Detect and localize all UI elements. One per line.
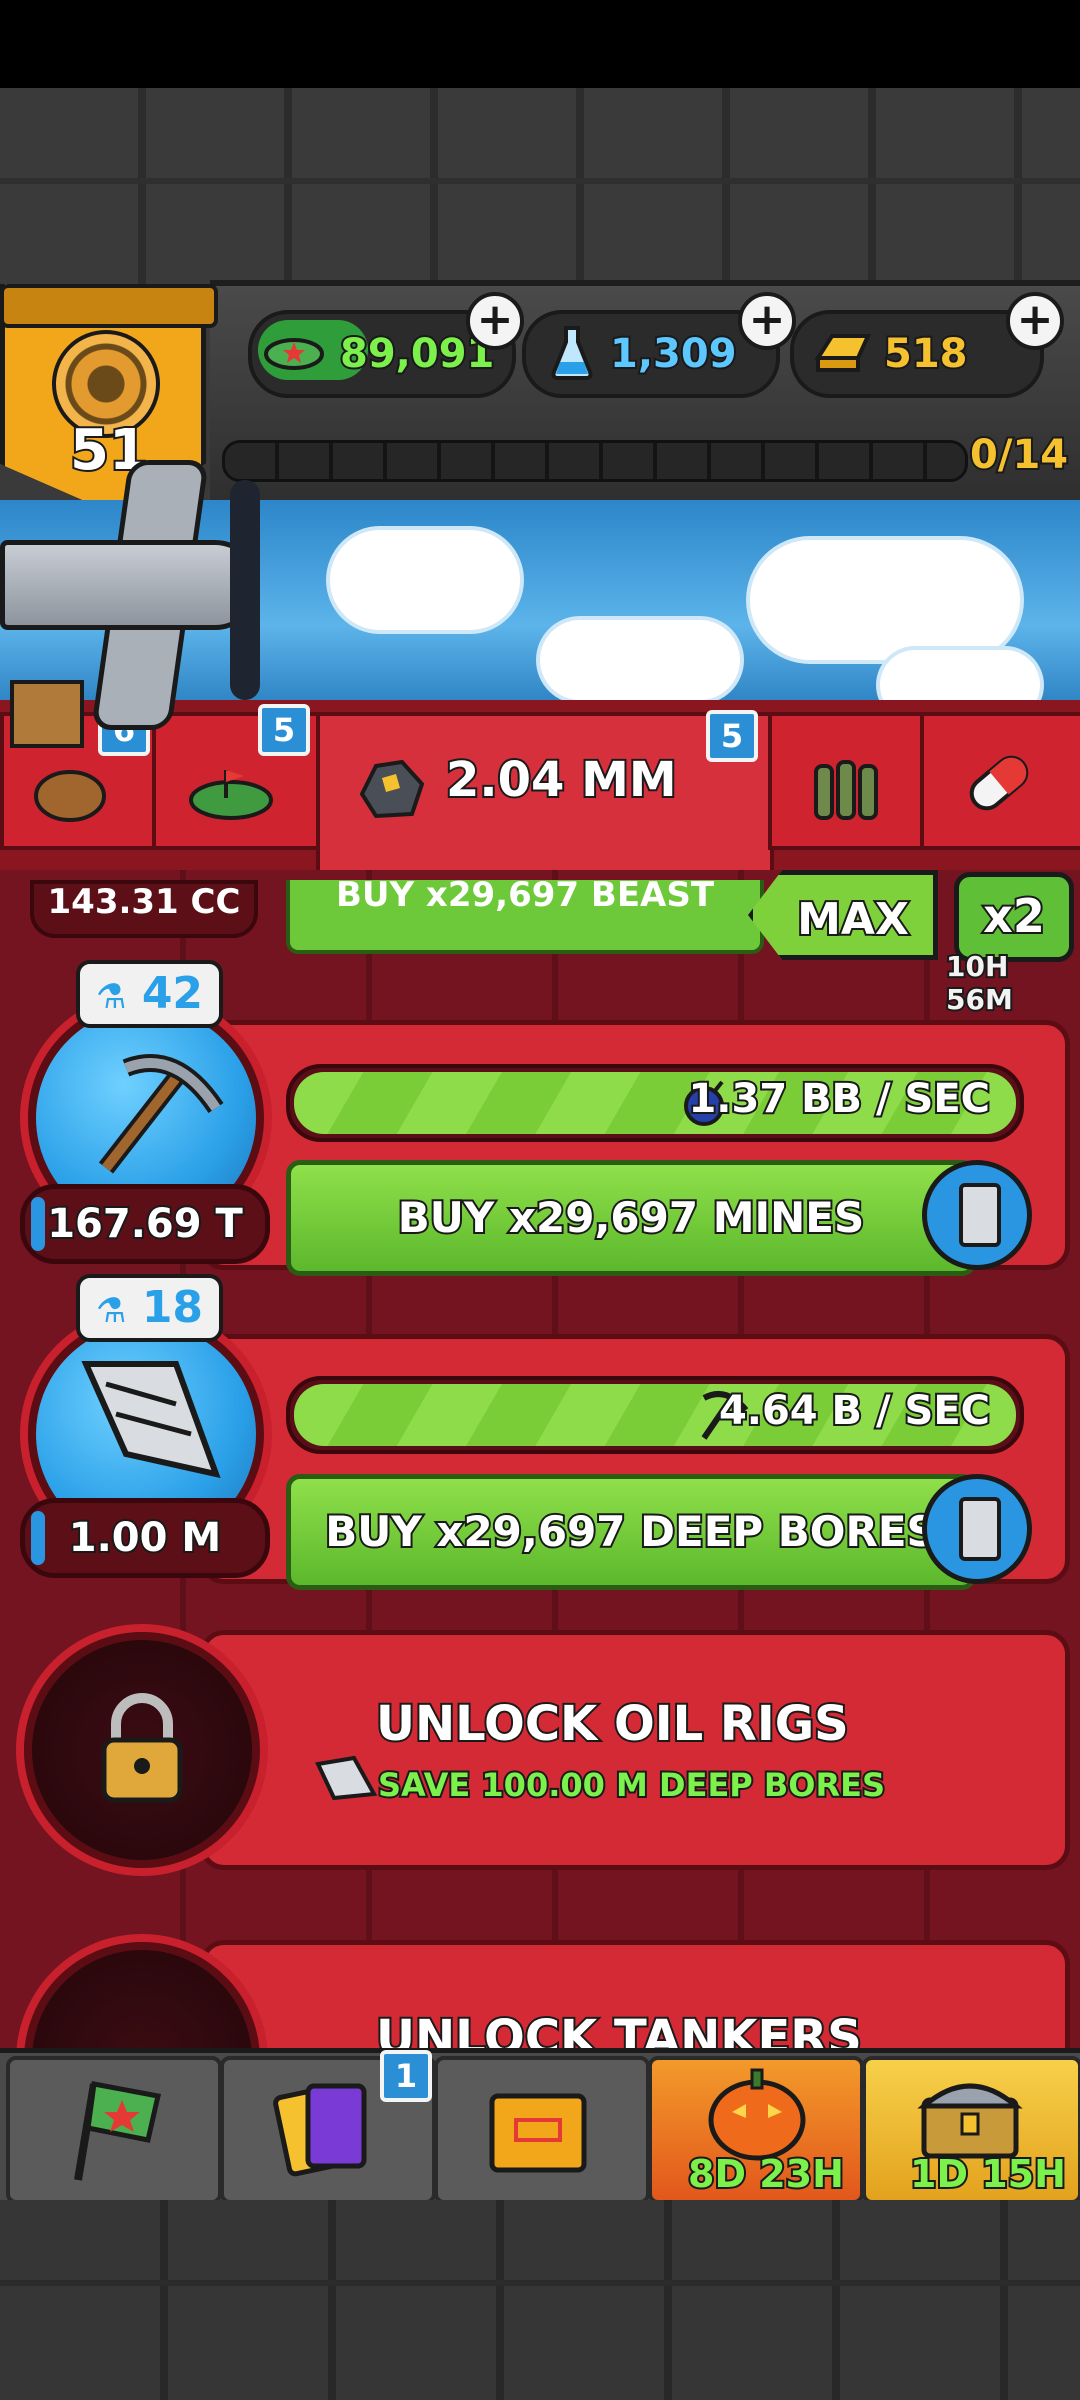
padlock-icon (101, 1693, 183, 1803)
folder-icon (489, 2093, 587, 2173)
deep-bores-owned-value: 1.00 M (67, 1513, 223, 1563)
cards-icon (273, 2083, 367, 2177)
banner-rod (0, 284, 218, 328)
add-cash-button[interactable]: + (466, 292, 524, 350)
top-wall-background (0, 88, 1080, 288)
crate-icon (10, 680, 84, 748)
cards-badge: 1 (380, 2050, 432, 2102)
boost-label: x2 (981, 887, 1047, 945)
mines-owned-pill: 167.69 T (20, 1184, 270, 1264)
oil-rigs-requirement: SAVE 100.00 M DEEP BORES (376, 1764, 887, 1806)
flask-icon: ⚗ (96, 977, 127, 1017)
flask-icon: ⚗ (96, 1291, 127, 1331)
add-gold-button[interactable]: + (1006, 292, 1064, 350)
tab-badge: 5 (258, 704, 310, 756)
mines-rate-bar: 1.37 BB / SEC (286, 1064, 1024, 1142)
tab-medicine[interactable] (920, 712, 1080, 850)
partial-buy-label: BUY x29,697 BEAST (335, 880, 715, 915)
buy-mines-label: BUY x29,697 MINES (396, 1191, 866, 1244)
cloud (750, 540, 1020, 660)
bottom-wall-background (0, 2200, 1080, 2400)
manager-card-icon[interactable] (922, 1474, 1032, 1584)
nav-chests-button[interactable]: 1D 15H (862, 2056, 1080, 2204)
mines-science-cost: ⚗ 42 (76, 960, 224, 1028)
flag-icon (74, 2081, 162, 2181)
partial-buy-button[interactable]: BUY x29,697 BEAST (286, 880, 764, 954)
plane-icon (0, 540, 260, 630)
deep-bores-science-cost: ⚗ 18 (76, 1274, 224, 1342)
manager-card-icon[interactable] (922, 1160, 1032, 1270)
oil-rigs-circle (24, 1632, 260, 1868)
buy-deep-bores-button[interactable]: BUY x29,697 DEEP BORES (286, 1474, 976, 1590)
nav-halloween-event-button[interactable]: 8D 23H (648, 2056, 864, 2204)
cloud (540, 620, 740, 700)
pill-icon (969, 755, 1029, 811)
owned-fill (31, 1197, 45, 1251)
cloud (330, 530, 520, 630)
mines-science-cost-value: 42 (141, 968, 204, 1019)
deep-bores-owned-pill: 1.00 M (20, 1498, 270, 1578)
mines-owned-value: 167.69 T (45, 1199, 245, 1249)
partial-owned-pill: 143.31 CC (30, 880, 258, 938)
tab-badge: 5 (706, 710, 758, 762)
chest-icon (917, 2083, 1023, 2159)
flask-icon (551, 326, 593, 380)
drill-bit-icon (81, 1361, 221, 1479)
buy-deep-bores-label: BUY x29,697 DEEP BORES (323, 1505, 939, 1558)
chest-timer: 1D 15H (908, 2150, 1068, 2198)
event-timer: 8D 23H (686, 2150, 846, 2198)
boost-timer: 10H 56M (944, 948, 1015, 1018)
army-cap-icon (264, 338, 324, 370)
ore-icon (359, 759, 425, 819)
gold-bar-icon (814, 334, 872, 372)
nav-intel-button[interactable] (434, 2056, 650, 2204)
deep-bores-rate-bar: 4.64 B / SEC (286, 1376, 1024, 1454)
buy-mines-button[interactable]: BUY x29,697 MINES (286, 1160, 976, 1276)
rank-progress-bar (222, 440, 968, 482)
add-science-button[interactable]: + (738, 292, 796, 350)
rank-progress-text: 0/14 (968, 430, 1070, 480)
partial-owned-value: 143.31 CC (47, 882, 241, 922)
deep-bores-rate-text: 4.64 B / SEC (717, 1386, 992, 1436)
status-bar (0, 0, 1080, 88)
deep-bores-science-cost-value: 18 (141, 1282, 204, 1333)
science-value: 1,309 (608, 329, 739, 379)
drill-bit-icon (315, 1755, 378, 1801)
mines-rate-text: 1.37 BB / SEC (686, 1074, 992, 1124)
gold-value: 518 (882, 329, 969, 379)
max-label: MAX (795, 892, 911, 947)
owned-fill (31, 1511, 45, 1565)
bullets-icon (814, 760, 878, 820)
max-button[interactable]: MAX (748, 870, 938, 960)
oil-rigs-title: UNLOCK OIL RIGS (374, 1694, 851, 1754)
grass-patch-icon (189, 770, 273, 820)
pumpkin-icon (708, 2068, 806, 2161)
potato-icon (34, 770, 106, 822)
ore-amount: 2.04 MM (444, 750, 679, 810)
nav-missions-button[interactable] (6, 2056, 222, 2204)
propeller (230, 480, 260, 700)
tab-bullets[interactable] (768, 712, 926, 850)
boost-x2-button[interactable]: x2 (954, 872, 1074, 962)
pickaxe-icon (98, 1054, 224, 1174)
